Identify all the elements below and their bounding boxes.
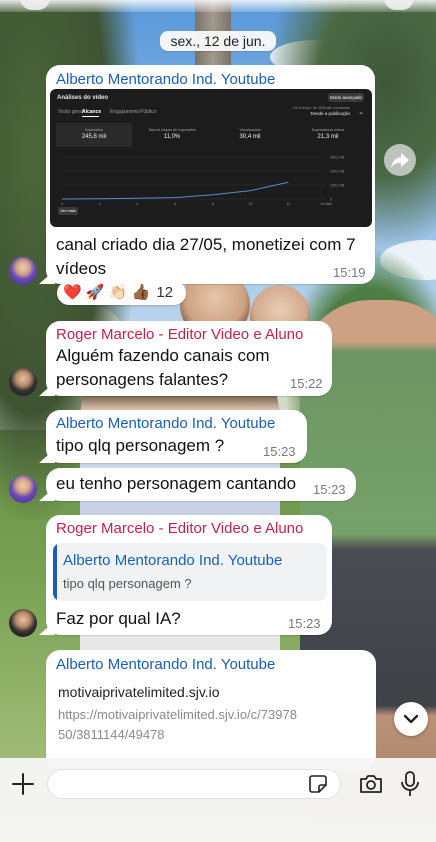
chart-y-tick: 300,0 mil xyxy=(330,156,344,160)
message-text: canal criado dia 27/05, monetizei com 7 … xyxy=(56,235,356,278)
analytics-tab: Público xyxy=(140,109,157,115)
analytics-title: Análises do vídeo xyxy=(57,95,109,101)
message-time: 15:23 xyxy=(263,444,296,459)
metric-card: Taxa de cliques de impressões 11,0% xyxy=(134,123,210,147)
chart-x-tick: 6 xyxy=(174,202,176,206)
forward-button[interactable] xyxy=(384,144,416,176)
message-text: Alguém fazendo canais com personagens fa… xyxy=(56,346,270,389)
active-tab-underline xyxy=(82,116,99,117)
metric-value: 30,4 mil xyxy=(239,134,261,140)
quote-text: tipo qlq personagem ? xyxy=(63,576,192,591)
chart-series-line xyxy=(61,181,289,200)
quote-accent-bar xyxy=(53,543,57,601)
attach-button[interactable] xyxy=(10,771,36,797)
microphone-icon xyxy=(401,771,419,796)
metrics-row: Impressões 245,8 mil Taxa de cliques de … xyxy=(56,123,366,147)
views-line-chart: 300,0 mil 200,0 mil 100,0 mil 0 0 2 4 6 8 10 12 14 … xyxy=(61,156,344,207)
chevron-down-icon xyxy=(403,714,419,724)
message-time: 15:23 xyxy=(313,482,346,497)
reaction-emojis: ❤️ 🚀 👏🏻 👍🏾 xyxy=(63,284,151,301)
chart-x-tick: 0 xyxy=(61,202,63,206)
attachment-image[interactable]: Análises do vídeo Modo avançado Visão ge… xyxy=(50,89,372,227)
forward-arrow-icon xyxy=(391,153,409,168)
date-range-label: De 6 de jun. de 2025 até o momento xyxy=(293,106,350,110)
reactions-bar[interactable]: ❤️ 🚀 👏🏻 👍🏾 12 xyxy=(57,281,186,305)
metric-label: Impressões xyxy=(84,128,104,132)
analytics-tab: Visão geral xyxy=(58,109,83,115)
metric-value: 245,8 mil xyxy=(81,134,107,140)
message-sender[interactable]: Roger Marcelo - Editor Video e Aluno xyxy=(56,520,303,537)
chart-x-tick: 2 xyxy=(99,202,101,206)
message-text: Faz por qual IA? xyxy=(56,609,181,628)
avatar[interactable] xyxy=(9,257,37,285)
sticker-icon xyxy=(309,775,327,793)
message-sender[interactable]: Alberto Mentorando Ind. Youtube xyxy=(56,71,275,88)
chart-x-tick: 12 xyxy=(286,202,290,206)
metric-card: Espectadores únicos 21,3 mil xyxy=(290,123,366,147)
message-text: eu tenho personagem cantando xyxy=(56,474,297,493)
message-sender[interactable]: Roger Marcelo - Editor Video e Aluno xyxy=(56,326,303,343)
metric-value: 11,0% xyxy=(163,134,181,140)
advanced-mode-button: Modo avançado xyxy=(328,93,364,102)
message-time: 15:22 xyxy=(290,376,323,391)
chart-x-tick: 8 xyxy=(212,202,214,206)
message-sender[interactable]: Alberto Mentorando Ind. Youtube xyxy=(56,415,275,432)
metric-card: Impressões 245,8 mil xyxy=(56,123,132,147)
date-range-value: Desde a publicação xyxy=(310,111,350,116)
metric-value: 21,3 mil xyxy=(317,134,339,140)
top-edge xyxy=(0,0,436,12)
microphone-button[interactable] xyxy=(400,770,420,798)
analytics-tab-active: Alcance xyxy=(82,109,102,115)
metric-label: Espectadores únicos xyxy=(311,128,345,132)
message-sender[interactable]: Alberto Mentorando Ind. Youtube xyxy=(56,656,275,673)
chart-x-tick: 10 xyxy=(249,202,253,206)
message-time: 15:23 xyxy=(288,616,321,631)
quote-sender: Alberto Mentorando Ind. Youtube xyxy=(63,552,283,569)
analytics-tab: Engajamento xyxy=(110,109,140,115)
link-url[interactable]: https://motivaiprivatelimited.sjv.io/c/7… xyxy=(58,705,298,745)
link-domain[interactable]: motivaiprivatelimited.sjv.io xyxy=(58,684,220,700)
chart-y-tick: 100,0 mil xyxy=(330,184,344,188)
see-more-button: Ver mais xyxy=(58,207,78,215)
chevron-down-icon: ⌄ xyxy=(358,109,364,116)
chart-x-tick: 14 dias xyxy=(320,202,332,206)
chart-y-tick: 0 xyxy=(330,198,332,202)
avatar[interactable] xyxy=(9,609,37,637)
message-time: 15:19 xyxy=(333,265,366,280)
message-text: tipo qlq personagem ? xyxy=(56,436,225,455)
avatar[interactable] xyxy=(9,368,37,396)
scroll-to-bottom-button[interactable] xyxy=(394,702,428,736)
metric-card: Visualizações 30,4 mil xyxy=(212,123,288,147)
metric-label: Visualizações xyxy=(239,128,261,132)
avatar[interactable] xyxy=(9,475,37,503)
chart-x-tick: 4 xyxy=(136,202,138,206)
metric-label: Taxa de cliques de impressões xyxy=(148,128,196,132)
reply-quote[interactable]: Alberto Mentorando Ind. Youtube tipo qlq… xyxy=(53,543,327,601)
chart-y-tick: 200,0 mil xyxy=(330,170,344,174)
plus-icon xyxy=(12,773,34,795)
camera-icon xyxy=(360,775,382,793)
date-separator: sex., 12 de jun. xyxy=(160,31,276,51)
message-input[interactable] xyxy=(47,769,341,799)
sticker-button[interactable] xyxy=(308,774,328,794)
reaction-count: 12 xyxy=(156,284,174,301)
camera-button[interactable] xyxy=(358,772,384,796)
